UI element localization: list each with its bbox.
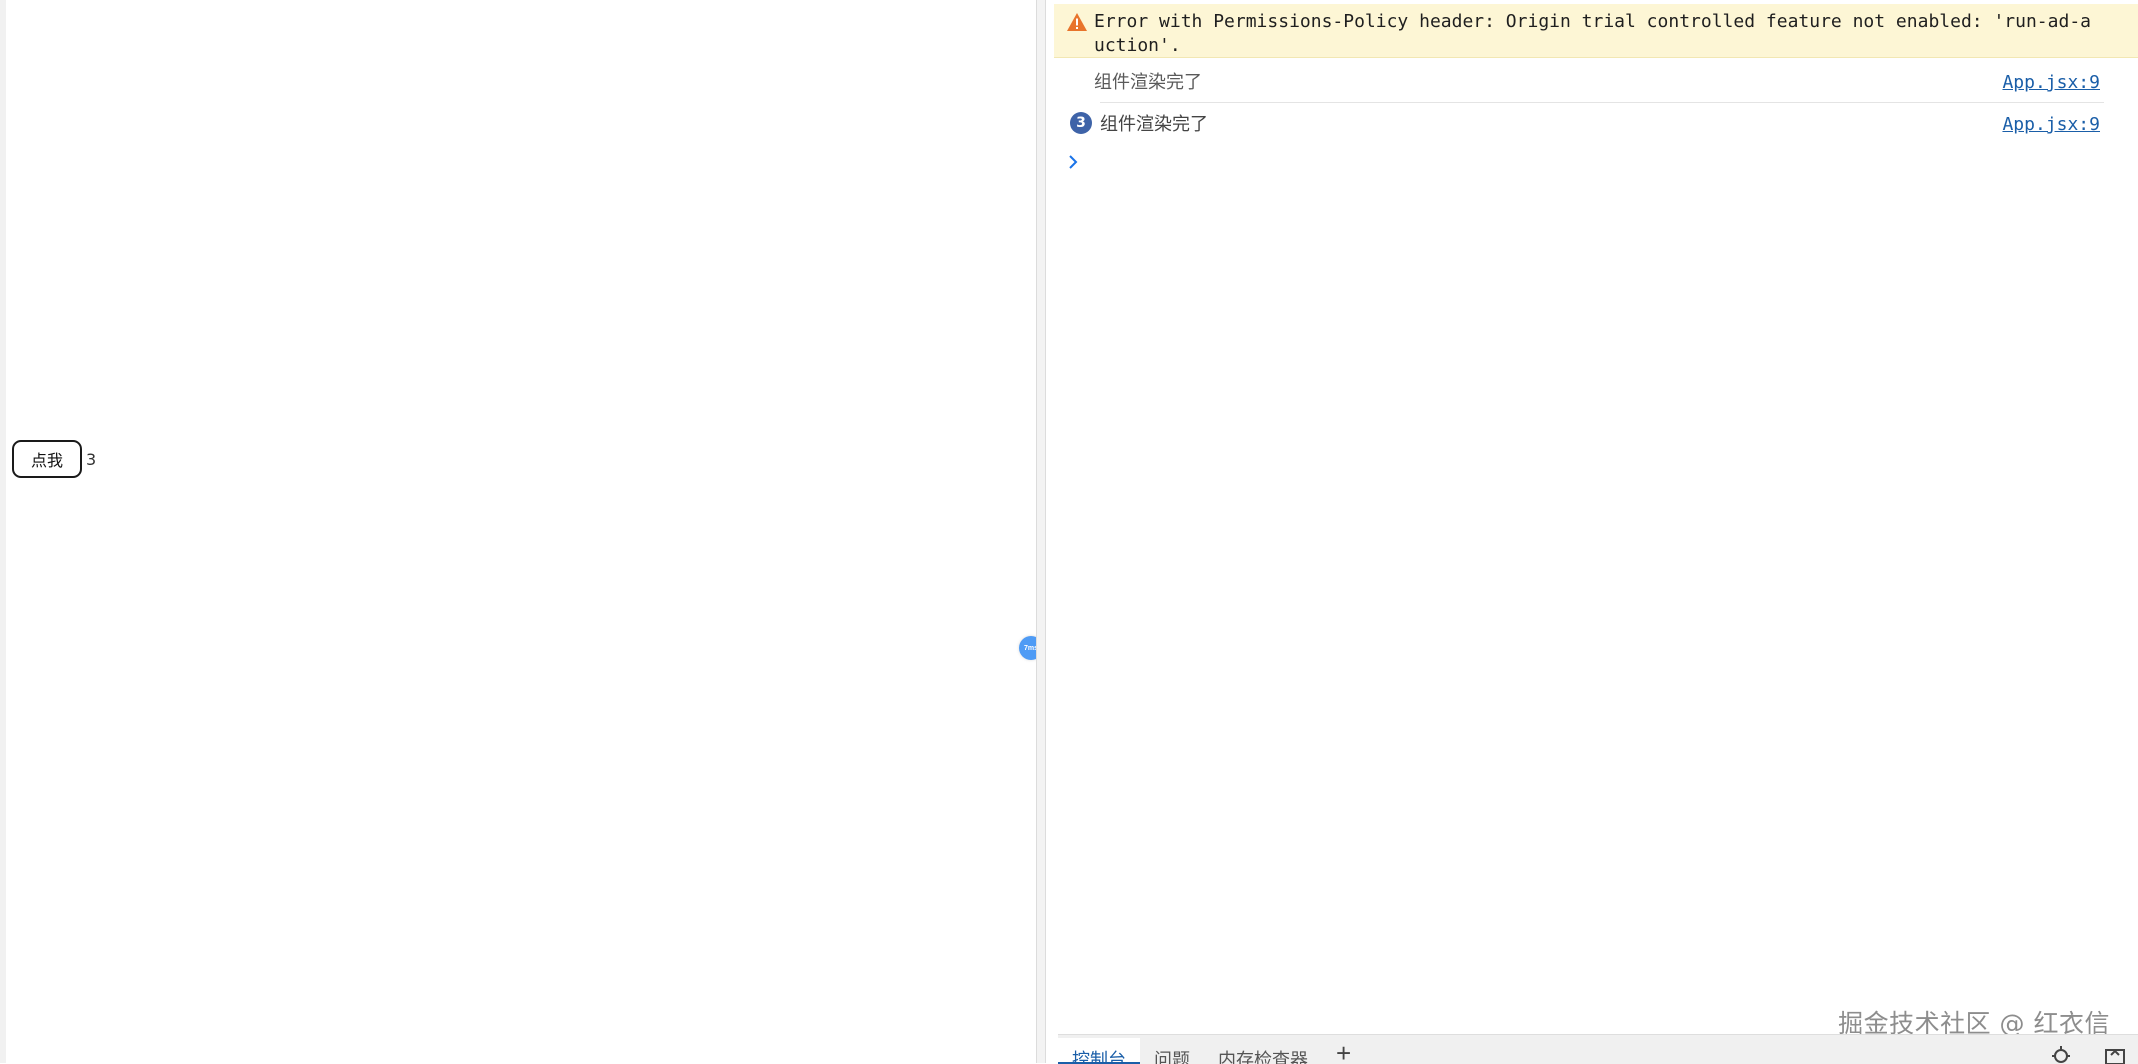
devtools-panel: Error with Permissions-Policy header: Or… xyxy=(1046,0,2138,1064)
log-message: 组件渲染完了 xyxy=(1100,114,1208,135)
console-log-row: 3 组件渲染完了 App.jsx:9 xyxy=(1054,104,2138,144)
count-value: 3 xyxy=(86,449,97,469)
source-link[interactable]: App.jsx:9 xyxy=(2002,72,2100,93)
warning-triangle-icon xyxy=(1067,13,1087,31)
tab-memory-inspector[interactable]: 内存检查器 xyxy=(1204,1038,1322,1064)
console-log-row: 组件渲染完了 App.jsx:9 xyxy=(1054,62,2138,102)
source-link[interactable]: App.jsx:9 xyxy=(2002,114,2100,135)
counter-row: 点我 3 xyxy=(12,440,96,478)
click-me-button[interactable]: 点我 xyxy=(12,440,82,478)
settings-gear-icon[interactable] xyxy=(2048,1044,2074,1064)
console-warning-row: Error with Permissions-Policy header: Or… xyxy=(1054,4,2138,58)
add-tab-icon[interactable]: + xyxy=(1322,1038,1365,1064)
log-message: 组件渲染完了 xyxy=(1094,72,1202,93)
tab-console[interactable]: 控制台 xyxy=(1058,1038,1140,1064)
row-divider xyxy=(1100,102,2104,103)
dock-expand-icon[interactable] xyxy=(2104,1044,2126,1064)
app-viewport: 点我 3 7ms xyxy=(0,0,1043,1063)
console-prompt-chevron-icon[interactable] xyxy=(1066,152,1080,172)
devtools-resize-handle[interactable] xyxy=(1036,0,1046,1063)
warning-message: Error with Permissions-Policy header: Or… xyxy=(1094,11,2091,56)
repeat-count-badge: 3 xyxy=(1070,112,1092,134)
drawer-tab-bar: 控制台 问题 内存检查器 + xyxy=(1058,1034,2138,1064)
drawer-actions xyxy=(2048,1044,2126,1064)
tab-issues[interactable]: 问题 xyxy=(1140,1038,1204,1064)
